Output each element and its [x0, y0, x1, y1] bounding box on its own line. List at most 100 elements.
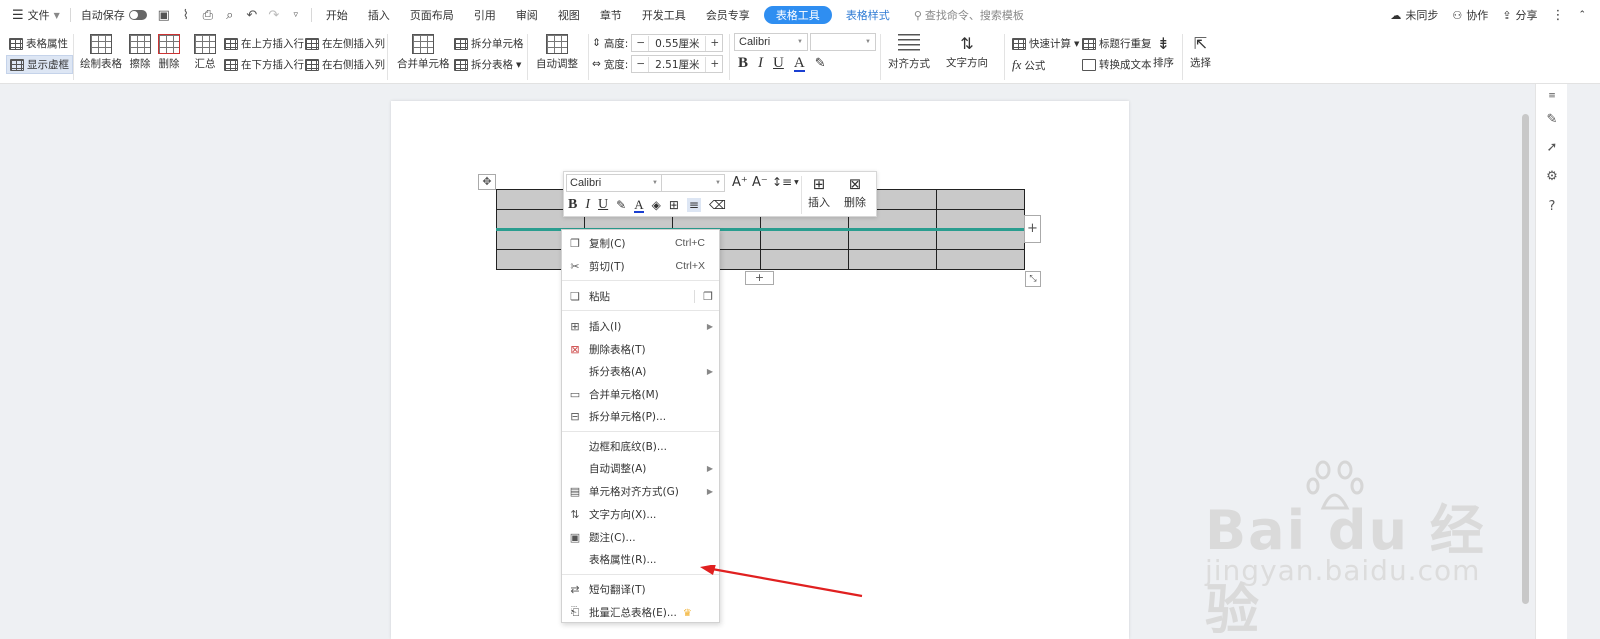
insert-left-button[interactable]: 在左侧插入列	[305, 36, 385, 51]
table-cell[interactable]	[936, 189, 1025, 210]
increase-icon[interactable]: +	[706, 37, 722, 49]
decrease-icon[interactable]: −	[632, 37, 648, 49]
tab-table-style[interactable]: 表格样式	[836, 0, 900, 30]
tab-view[interactable]: 视图	[548, 0, 590, 30]
quick-calc-button[interactable]: 快速计算 ▼	[1012, 36, 1079, 51]
menu-item-auto-adjust[interactable]: 自动调整(A) ▶	[562, 457, 719, 479]
select-button[interactable]: ⇱ 选择	[1190, 34, 1211, 70]
vertical-scrollbar[interactable]	[1519, 84, 1533, 639]
file-menu[interactable]: ☰ 文件 ▼	[6, 0, 66, 30]
insert-above-button[interactable]: 在上方插入行	[224, 36, 304, 51]
split-table-button[interactable]: 拆分表格 ▼	[454, 57, 521, 72]
scrollbar-thumb[interactable]	[1522, 114, 1529, 604]
collapse-icon[interactable]: ⌃	[1578, 10, 1586, 20]
table-cell[interactable]	[760, 229, 849, 250]
highlight-icon[interactable]: ✎	[815, 56, 826, 71]
mini-size-select[interactable]: ▼	[661, 174, 725, 192]
font-name-select[interactable]: Calibri ▼	[734, 33, 808, 51]
bold-icon[interactable]: B	[738, 55, 748, 72]
tab-review[interactable]: 审阅	[506, 0, 548, 30]
edit-icon[interactable]: ✎	[1544, 112, 1560, 128]
menu-item-caption[interactable]: ▣ 题注(C)...	[562, 526, 719, 548]
table-cell[interactable]	[936, 249, 1025, 270]
mini-delete-button[interactable]: ⊠ 删除	[844, 175, 866, 210]
sync-button[interactable]: ☁ 未同步	[1390, 7, 1438, 23]
cursor-icon[interactable]: ➚	[1544, 140, 1560, 156]
underline-icon[interactable]: U	[773, 55, 784, 72]
summary-button[interactable]: 汇总	[194, 34, 216, 71]
tab-table-tools[interactable]: 表格工具	[763, 6, 832, 24]
line-spacing-icon[interactable]: ↕≡ ▼	[772, 175, 799, 189]
repeat-header-button[interactable]: 标题行重复	[1082, 36, 1152, 51]
table-cell[interactable]	[848, 229, 937, 250]
tab-member[interactable]: 会员专享	[696, 0, 760, 30]
add-column-icon[interactable]: +	[1024, 215, 1041, 243]
clear-format-icon[interactable]: ⌫	[709, 198, 726, 212]
highlight-icon[interactable]: ✎	[616, 198, 626, 212]
formula-button[interactable]: fx 公式	[1012, 57, 1045, 73]
menu-item-table-properties[interactable]: 表格属性(R)...	[562, 548, 719, 570]
move-table-icon[interactable]: ✥	[478, 174, 496, 190]
menu-item-copy[interactable]: ❐ 复制(C) Ctrl+C	[562, 232, 719, 254]
sidebar-handle-icon[interactable]: ≡	[1544, 88, 1560, 104]
tab-home[interactable]: 开始	[316, 0, 358, 30]
menu-item-cell-align[interactable]: ▤ 单元格对齐方式(G) ▶	[562, 480, 719, 502]
paste-options-icon[interactable]: ❐	[694, 289, 713, 303]
text-direction-button[interactable]: ⇅ 文字方向	[946, 34, 988, 70]
draw-table-button[interactable]: 绘制表格	[80, 34, 122, 71]
tab-layout[interactable]: 页面布局	[400, 0, 464, 30]
cell-align-icon[interactable]: ≡	[686, 198, 701, 212]
menu-item-insert[interactable]: ⊞ 插入(I) ▶	[562, 315, 719, 337]
italic-icon[interactable]: I	[758, 55, 763, 72]
menu-item-split-table[interactable]: 拆分表格(A) ▶	[562, 360, 719, 382]
table-cell[interactable]	[848, 249, 937, 270]
increase-icon[interactable]: +	[706, 58, 722, 70]
bold-icon[interactable]: B	[568, 197, 577, 213]
customize-icon[interactable]: ▿	[285, 0, 307, 30]
insert-right-button[interactable]: 在右侧插入列	[305, 57, 385, 72]
undo-icon[interactable]: ↶	[241, 0, 263, 30]
erase-button[interactable]: 擦除	[129, 34, 151, 71]
collab-button[interactable]: ⚇ 协作	[1452, 7, 1488, 23]
more-icon[interactable]: ⋮	[1551, 8, 1564, 23]
settings-icon[interactable]: ⚙	[1544, 169, 1560, 185]
tab-references[interactable]: 引用	[464, 0, 506, 30]
autosave-toggle[interactable]: 自动保存	[75, 0, 153, 30]
table-cell[interactable]	[936, 229, 1025, 250]
split-cells-button[interactable]: 拆分单元格	[454, 36, 524, 51]
height-stepper[interactable]: − 0.55厘米 +	[631, 34, 724, 52]
to-text-button[interactable]: 转换成文本	[1082, 57, 1152, 72]
menu-item-text-direction[interactable]: ⇅ 文字方向(X)...	[562, 503, 719, 525]
grow-font-icon[interactable]: A⁺	[732, 175, 748, 190]
menu-item-delete-table[interactable]: ⊠ 删除表格(T)	[562, 338, 719, 360]
table-cell[interactable]	[760, 249, 849, 270]
width-stepper[interactable]: − 2.51厘米 +	[631, 55, 724, 73]
menu-item-translate[interactable]: ⇄ 短句翻译(T)	[562, 578, 719, 600]
print-preview-icon[interactable]: ⌕	[219, 0, 241, 30]
add-row-icon[interactable]: +	[745, 271, 774, 285]
menu-item-split-cells[interactable]: ⊟ 拆分单元格(P)...	[562, 405, 719, 427]
save-icon[interactable]: ▣	[153, 0, 175, 30]
menu-item-batch-summary[interactable]: ⎗ 批量汇总表格(E)... ♛	[562, 601, 719, 623]
menu-item-merge-cells[interactable]: ▭ 合并单元格(M)	[562, 383, 719, 405]
print-icon[interactable]: ⎙	[197, 0, 219, 30]
redo-icon[interactable]: ↷	[263, 0, 285, 30]
tab-chapter[interactable]: 章节	[590, 0, 632, 30]
borders-icon[interactable]: ⊞	[669, 198, 679, 212]
format-painter-icon[interactable]: ⌇	[175, 0, 197, 30]
table-cell[interactable]	[936, 209, 1025, 230]
decrease-icon[interactable]: −	[632, 58, 648, 70]
command-search[interactable]: ⚲ 查找命令、搜索模板	[914, 7, 1024, 23]
insert-below-button[interactable]: 在下方插入行	[224, 57, 304, 72]
shrink-font-icon[interactable]: A⁻	[752, 175, 768, 190]
italic-icon[interactable]: I	[585, 197, 590, 213]
auto-adjust-button[interactable]: 自动调整	[536, 34, 578, 71]
menu-item-cut[interactable]: ✂ 剪切(T) Ctrl+X	[562, 255, 719, 277]
resize-table-icon[interactable]: ⤡	[1025, 271, 1041, 287]
share-button[interactable]: ⇪ 分享	[1502, 7, 1537, 23]
font-size-select[interactable]: ▼	[810, 33, 876, 51]
font-color-icon[interactable]: A	[634, 198, 644, 213]
menu-item-borders[interactable]: 边框和底纹(B)...	[562, 435, 719, 457]
align-button[interactable]: 对齐方式	[888, 34, 930, 71]
underline-icon[interactable]: U	[598, 197, 608, 213]
